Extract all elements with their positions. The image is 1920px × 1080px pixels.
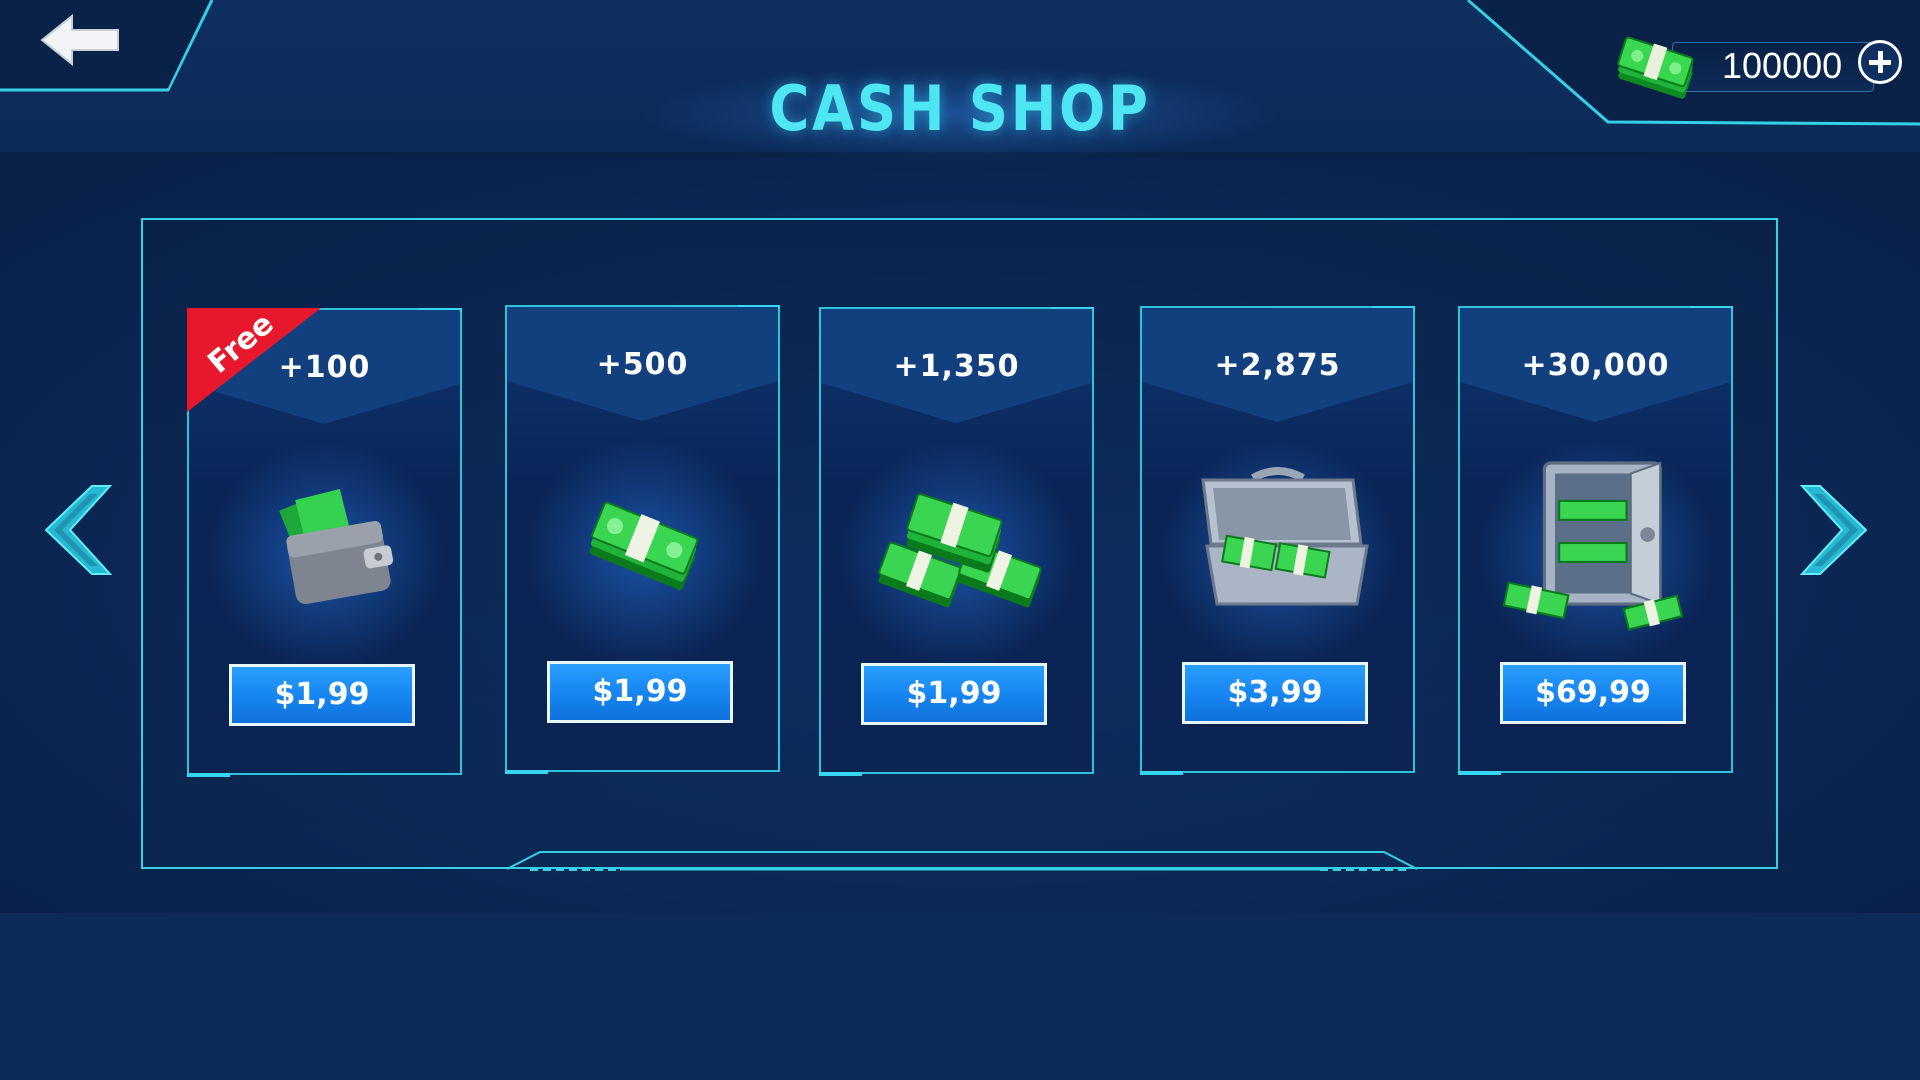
cash-briefcase-icon [1200, 467, 1369, 606]
buy-button[interactable]: $1,99 [861, 663, 1047, 725]
cash-pile-icon [877, 493, 1042, 608]
offer-card[interactable]: +30,000 $69,99 [1458, 306, 1733, 775]
back-button[interactable] [38, 12, 128, 68]
cash-stack-icon [1617, 36, 1694, 99]
add-currency-button[interactable] [1858, 40, 1902, 84]
prev-page-button[interactable] [40, 480, 113, 580]
offer-amount: +30,000 [1521, 348, 1670, 383]
footer-background [0, 913, 1920, 1080]
cash-safe-icon [1502, 461, 1683, 631]
offer-amount: +1,350 [893, 349, 1020, 384]
currency-value: 100000 [1722, 45, 1843, 86]
offer-card[interactable]: +500 $1,99 [505, 305, 780, 774]
offer-amount: +2,875 [1214, 348, 1341, 383]
buy-button[interactable]: $69,99 [1500, 662, 1686, 724]
chevron-left-icon [44, 485, 113, 575]
offer-card[interactable]: +1,350 $1,99 [819, 307, 1094, 776]
buy-button[interactable]: $3,99 [1182, 662, 1368, 724]
next-page-button[interactable] [1799, 480, 1872, 580]
offer-card[interactable]: +2,875 $3,99 [1140, 306, 1415, 775]
offer-amount: +500 [596, 347, 689, 382]
buy-button[interactable]: $1,99 [547, 661, 733, 723]
cash-stack-icon [589, 501, 698, 590]
page-title: CASH SHOP [769, 72, 1151, 145]
buy-button[interactable]: $1,99 [229, 664, 415, 726]
free-badge: Free [187, 308, 323, 414]
offer-card[interactable]: +100 Free $1,99 [187, 308, 462, 777]
wallet-cash-icon [278, 488, 393, 605]
chevron-right-icon [1799, 485, 1868, 575]
arrow-left-icon [40, 13, 119, 67]
